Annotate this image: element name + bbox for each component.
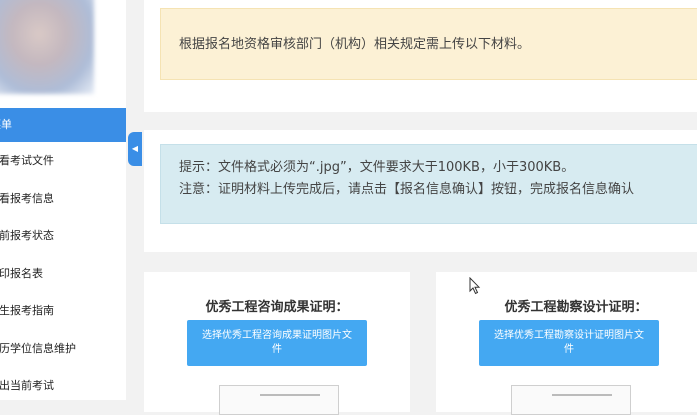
survey-design-certificate-preview (511, 385, 631, 415)
upload-card-consulting: 优秀工程咨询成果证明： 选择优秀工程咨询成果证明图片文件 (144, 272, 410, 415)
sidebar-item-exam-files[interactable]: 查看考试文件 (0, 142, 126, 180)
mouse-pointer-icon (469, 277, 481, 295)
consulting-certificate-preview (219, 385, 339, 415)
upload-requirement-notice: 根据报名地资格审核部门（机构）相关规定需上传以下材料。 (160, 8, 697, 80)
tips-card: 提示：文件格式必须为“.jpg”，文件要求大于100KB，小于300KB。 注意… (144, 130, 697, 252)
sidebar-item-guide[interactable]: 考生报考指南 (0, 292, 126, 330)
main-content: 根据报名地资格审核部门（机构）相关规定需上传以下材料。 提示：文件格式必须为“.… (144, 0, 697, 415)
tips-line-format: 提示：文件格式必须为“.jpg”，文件要求大于100KB，小于300KB。 (179, 160, 575, 175)
select-survey-design-file-button[interactable]: 选择优秀工程勘察设计证明图片文件 (479, 320, 659, 366)
sidebar-item-degree-info[interactable]: 学历学位信息维护 (0, 330, 126, 368)
upload-title-consulting: 优秀工程咨询成果证明： (205, 300, 349, 315)
chevron-left-icon: ◀ (131, 144, 139, 153)
avatar (0, 0, 94, 94)
tips-notice: 提示：文件格式必须为“.jpg”，文件要求大于100KB，小于300KB。 注意… (160, 144, 697, 224)
tips-line-confirm: 注意：证明材料上传完成后，请点击【报名信息确认】按钮，完成报名信息确认 (179, 182, 635, 197)
select-consulting-file-button[interactable]: 选择优秀工程咨询成果证明图片文件 (187, 320, 367, 366)
sidebar-item-exit-exam[interactable]: 退出当前考试 (0, 367, 126, 400)
sidebar-collapse-button[interactable]: ◀ (128, 132, 142, 166)
upload-title-survey-design: 优秀工程勘察设计证明： (504, 300, 648, 315)
info-card: 根据报名地资格审核部门（机构）相关规定需上传以下材料。 (144, 0, 697, 112)
sidebar-item-menu[interactable]: 菜单 (0, 108, 126, 142)
sidebar: 菜单 查看考试文件 查看报考信息 当前报考状态 打印报名表 考生报考指南 学历学… (0, 0, 126, 400)
sidebar-nav: 菜单 查看考试文件 查看报考信息 当前报考状态 打印报名表 考生报考指南 学历学… (0, 108, 126, 400)
sidebar-item-print-form[interactable]: 打印报名表 (0, 255, 126, 293)
sidebar-item-registration-info[interactable]: 查看报考信息 (0, 180, 126, 218)
sidebar-item-registration-status[interactable]: 当前报考状态 (0, 217, 126, 255)
